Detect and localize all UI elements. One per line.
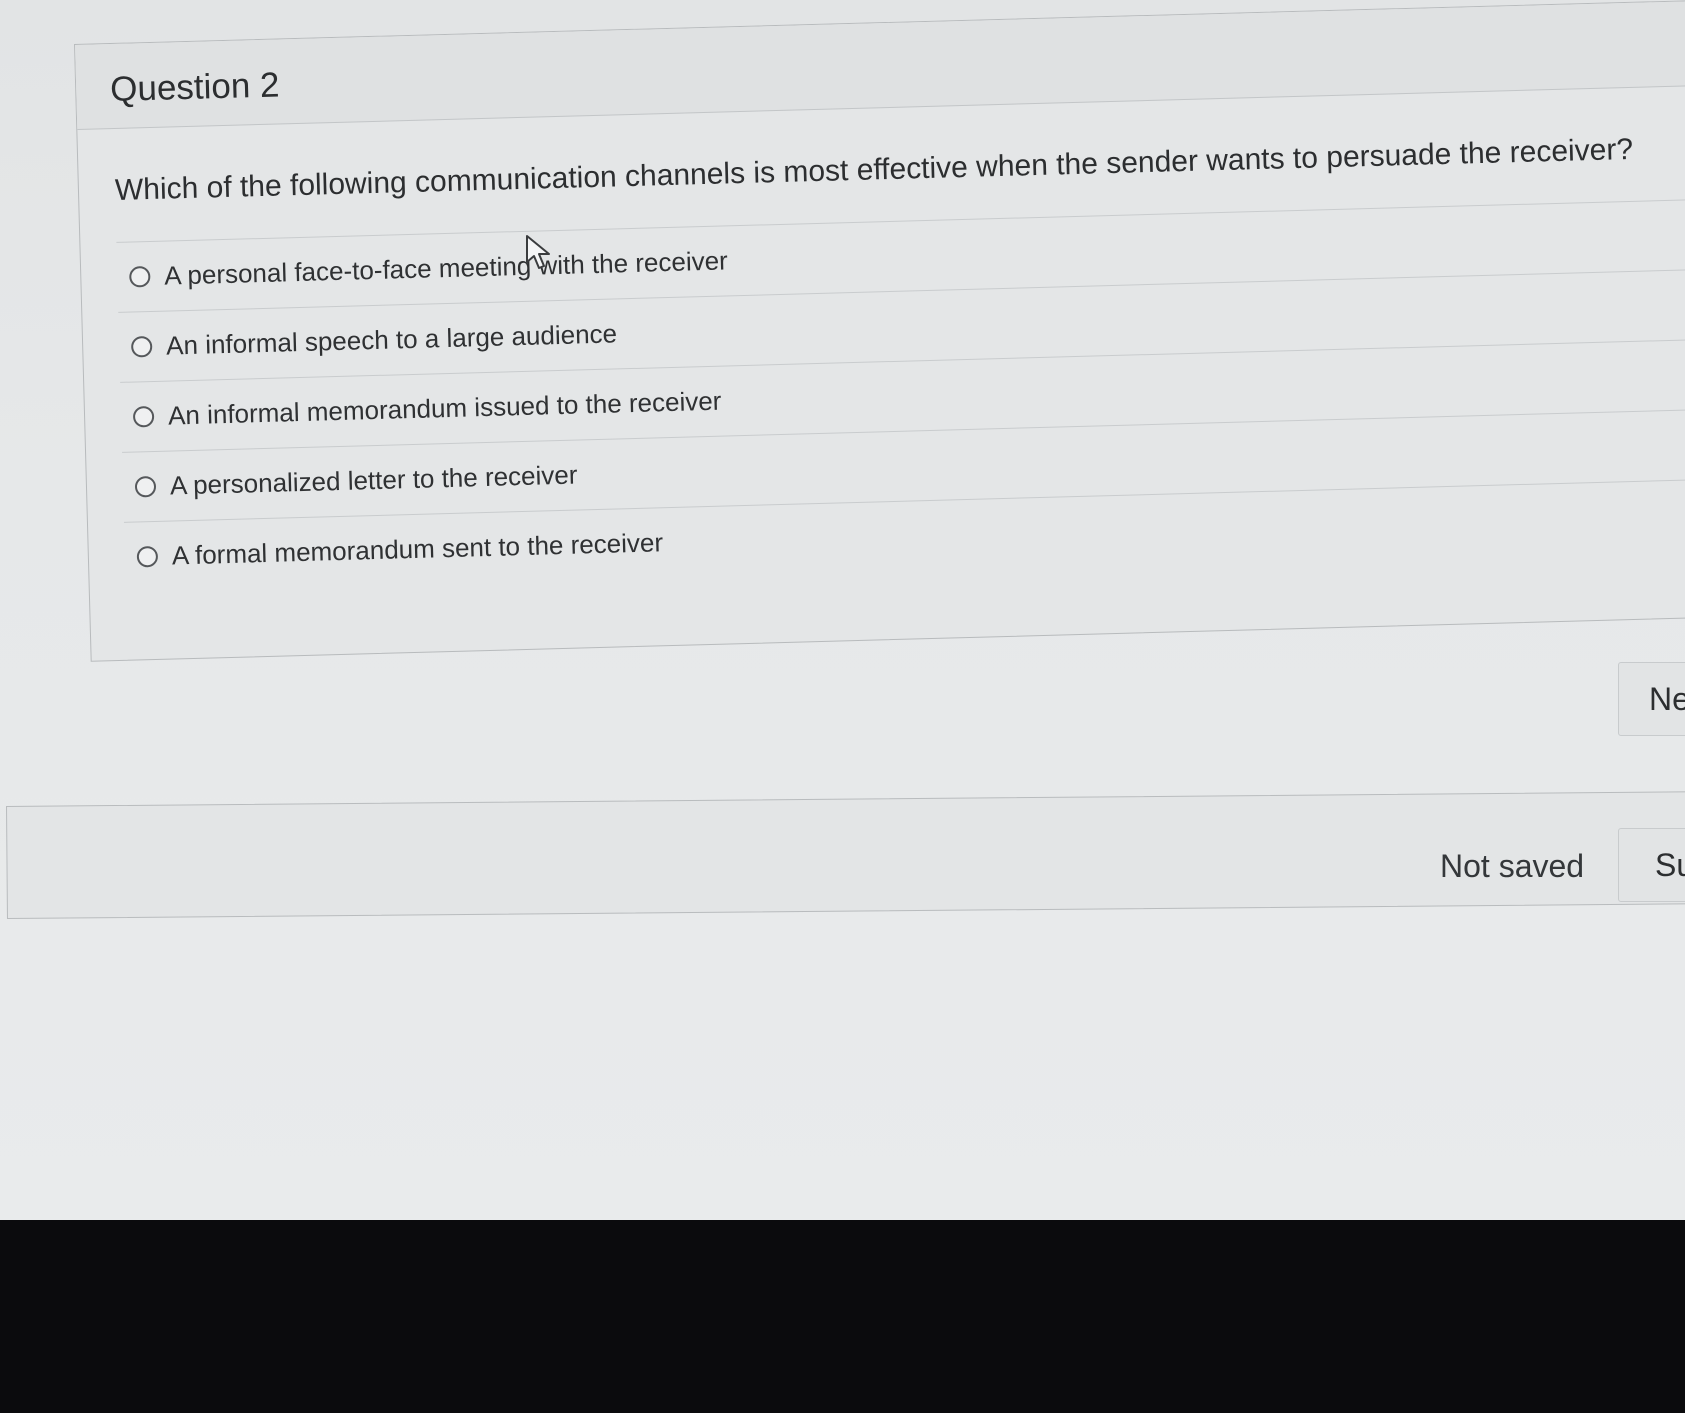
- mouse-pointer-icon: [526, 235, 550, 269]
- monitor-bezel: [0, 1220, 1685, 1413]
- question-text: Which of the following communication cha…: [114, 132, 1634, 207]
- radio-button-icon[interactable]: [134, 475, 157, 498]
- quiz-screen: Question 2 Which of the following commun…: [0, 0, 1685, 1220]
- radio-button-icon[interactable]: [132, 405, 155, 428]
- question-header: Question 2: [75, 0, 1685, 130]
- radio-button-icon[interactable]: [129, 266, 151, 288]
- submit-button[interactable]: Su: [1618, 828, 1685, 902]
- save-status: Not saved: [1440, 848, 1585, 884]
- answer-list: A personal face-to-face meeting with the…: [116, 198, 1685, 592]
- radio-button-icon[interactable]: [130, 335, 153, 358]
- footer-bar: [6, 791, 1685, 919]
- answer-label: A personal face-to-face meeting with the…: [163, 245, 729, 291]
- answer-label: A personalized letter to the receiver: [169, 459, 578, 501]
- question-card: Question 2 Which of the following commun…: [74, 0, 1685, 662]
- radio-button-icon[interactable]: [136, 545, 159, 568]
- answer-label: An informal memorandum issued to the rec…: [167, 385, 722, 431]
- answer-label: An informal speech to a large audience: [165, 318, 618, 361]
- answer-label: A formal memorandum sent to the receiver: [171, 527, 664, 571]
- question-title: Question 2: [109, 65, 280, 110]
- next-button[interactable]: Ne: [1618, 662, 1685, 736]
